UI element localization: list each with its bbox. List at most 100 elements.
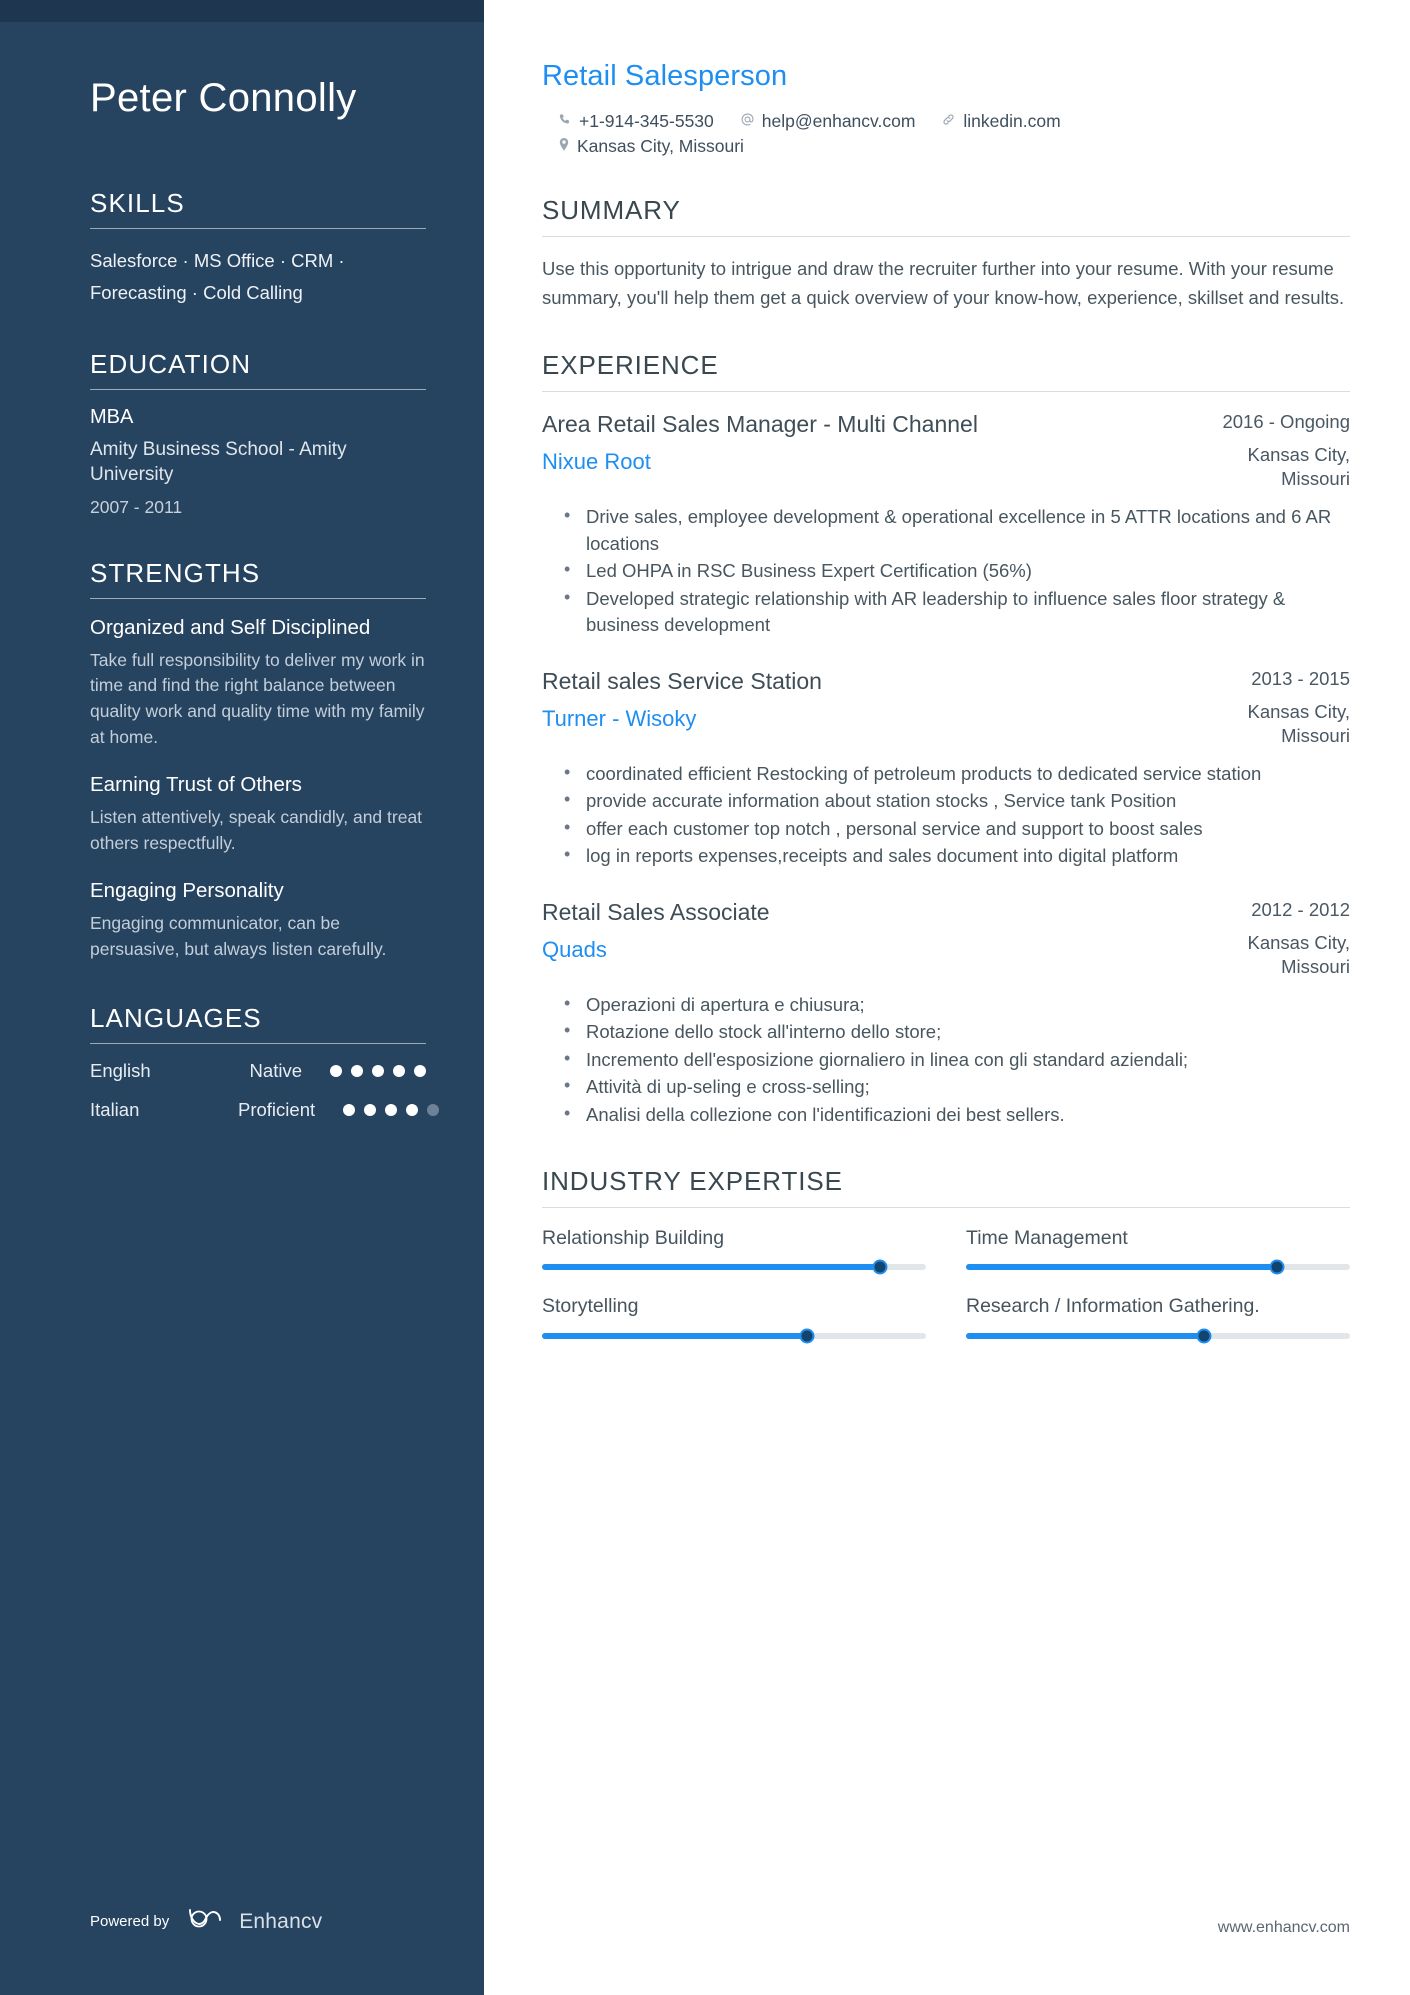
slider-fill — [966, 1264, 1278, 1271]
expertise-item: Time Management — [966, 1226, 1350, 1275]
experience-bullets: coordinated efficient Restocking of petr… — [542, 760, 1350, 870]
summary-section: SUMMARY Use this opportunity to intrigue… — [542, 195, 1350, 312]
experience-role: Retail sales Service Station — [542, 667, 822, 694]
bullet-item: Operazioni di apertura e chiusura; — [564, 991, 1350, 1018]
slider-fill — [542, 1264, 880, 1271]
industry-expertise-section: INDUSTRY EXPERTISE Relationship Building… — [542, 1166, 1350, 1344]
skills-section: SKILLS Salesforce · MS Office · CRM · Fo… — [90, 188, 426, 309]
rating-dot-filled — [414, 1064, 426, 1077]
education-dates: 2007 - 2011 — [90, 496, 183, 517]
enhancv-logo-icon — [187, 1906, 229, 1937]
bullet-item: Analisi della collezione con l'identific… — [564, 1101, 1350, 1128]
education-item: MBA Amity Business School - Amity Univer… — [90, 406, 426, 518]
contact-row-primary: +1-914-345-5530 help@enhancv.com linkedi… — [542, 111, 1350, 132]
bullet-item: offer each customer top notch , personal… — [564, 815, 1350, 842]
strengths-heading: STRENGTHS — [90, 557, 261, 588]
experience-section: EXPERIENCE Area Retail Sales Manager - M… — [542, 350, 1350, 1128]
experience-heading: EXPERIENCE — [542, 350, 719, 381]
expertise-slider[interactable] — [542, 1328, 926, 1344]
bullet-item: Incremento dell'esposizione giornaliero … — [564, 1046, 1350, 1073]
language-name: English — [90, 1059, 151, 1081]
candidate-name: Peter Connolly — [90, 76, 357, 120]
languages-heading: LANGUAGES — [90, 1002, 262, 1033]
language-name: Italian — [90, 1098, 140, 1120]
industry-expertise-heading: INDUSTRY EXPERTISE — [542, 1166, 843, 1197]
expertise-slider[interactable] — [966, 1328, 1350, 1344]
education-school: Amity Business School - Amity University — [90, 438, 347, 486]
brand-lockup: Enhancv — [187, 1906, 322, 1937]
bullet-item: provide accurate information about stati… — [564, 787, 1350, 814]
rating-dot-filled — [330, 1064, 342, 1077]
experience-dates: 2016 - Ongoing — [1222, 411, 1350, 433]
expertise-label: Time Management — [966, 1227, 1128, 1250]
experience-company[interactable]: Nixue Root — [542, 448, 1162, 476]
rating-dot-filled — [393, 1064, 405, 1077]
summary-text: Use this opportunity to intrigue and dra… — [542, 258, 1345, 308]
slider-fill — [966, 1332, 1205, 1339]
bullet-item: Rotazione dello stock all'interno dello … — [564, 1018, 1350, 1045]
language-rating-dots — [343, 1103, 440, 1116]
experience-entry: Area Retail Sales Manager - Multi Channe… — [542, 410, 1350, 638]
bullet-item: Drive sales, employee development & oper… — [564, 503, 1350, 557]
footer-website-url[interactable]: www.enhancv.com — [1218, 1919, 1350, 1937]
strength-title: Earning Trust of Others — [90, 773, 302, 797]
languages-section: LANGUAGES English Native Italian Profici… — [90, 1002, 440, 1121]
expertise-label: Storytelling — [542, 1295, 639, 1318]
rating-dot-empty — [427, 1103, 440, 1116]
language-level: Native — [249, 1059, 302, 1081]
slider-knob[interactable] — [1269, 1259, 1285, 1275]
link-icon — [941, 112, 956, 131]
experience-entry: Retail Sales Associate Quads 2012 - 2012… — [542, 898, 1350, 1128]
expertise-label: Relationship Building — [542, 1227, 725, 1250]
rating-dot-filled — [385, 1103, 398, 1116]
contact-email-text: help@enhancv.com — [761, 111, 916, 131]
experience-role: Retail Sales Associate — [542, 898, 770, 925]
brand-name: Enhancv — [239, 1909, 323, 1933]
strength-description: Engaging communicator, can be persuasive… — [90, 913, 387, 959]
education-divider — [90, 388, 426, 390]
slider-knob[interactable] — [872, 1259, 888, 1275]
slider-knob[interactable] — [1196, 1328, 1212, 1344]
sidebar-footer: Powered by Enhancv — [90, 1906, 322, 1937]
bullet-item: Attività di up-seling e cross-selling; — [564, 1073, 1350, 1100]
expertise-slider[interactable] — [542, 1259, 926, 1275]
expertise-slider[interactable] — [966, 1259, 1350, 1275]
contact-phone[interactable]: +1-914-345-5530 — [558, 111, 714, 132]
experience-company[interactable]: Quads — [542, 936, 1162, 964]
phone-icon — [558, 113, 572, 131]
experience-bullets: Operazioni di apertura e chiusura;Rotazi… — [542, 991, 1350, 1128]
contact-email[interactable]: help@enhancv.com — [740, 111, 916, 132]
at-icon — [740, 112, 755, 131]
powered-by-label: Powered by — [90, 1913, 170, 1930]
language-row: English Native — [90, 1060, 426, 1082]
sidebar-top-accent-bar — [0, 0, 484, 22]
contact-location-text: Kansas City, Missouri — [577, 136, 744, 156]
industry-expertise-divider — [542, 1207, 1350, 1209]
language-level: Proficient — [238, 1098, 316, 1120]
main-content: Retail Salesperson +1-914-345-5530 help@… — [484, 0, 1410, 1995]
contact-phone-text: +1-914-345-5530 — [579, 111, 714, 131]
slider-knob[interactable] — [799, 1328, 815, 1344]
skills-divider — [90, 228, 426, 229]
expertise-item: Research / Information Gathering. — [966, 1294, 1350, 1344]
experience-dates: 2013 - 2015 — [1251, 667, 1350, 689]
expertise-item: Relationship Building — [542, 1226, 926, 1275]
skills-heading: SKILLS — [90, 188, 185, 218]
strength-item: Organized and Self Disciplined Take full… — [90, 615, 426, 751]
headline-title: Retail Salesperson — [542, 60, 788, 92]
resume-page: Peter Connolly SKILLS Salesforce · MS Of… — [0, 0, 1410, 1995]
summary-divider — [542, 236, 1350, 237]
education-degree: MBA — [90, 405, 134, 428]
language-rating-dots — [330, 1064, 426, 1077]
sidebar: Peter Connolly SKILLS Salesforce · MS Of… — [0, 0, 484, 1995]
experience-company[interactable]: Turner - Wisoky — [542, 705, 1162, 733]
bullet-item: Developed strategic relationship with AR… — [564, 585, 1350, 639]
bullet-item: coordinated efficient Restocking of petr… — [564, 760, 1350, 787]
contact-linkedin[interactable]: linkedin.com — [941, 111, 1061, 132]
bullet-item: Led OHPA in RSC Business Expert Certific… — [564, 557, 1350, 584]
skills-list: Salesforce · MS Office · CRM · Forecasti… — [90, 250, 345, 303]
expertise-grid: Relationship Building Time Management St… — [542, 1226, 1350, 1344]
education-heading: EDUCATION — [90, 348, 252, 379]
rating-dot-filled — [343, 1103, 356, 1116]
strengths-section: STRENGTHS Organized and Self Disciplined… — [90, 558, 426, 963]
